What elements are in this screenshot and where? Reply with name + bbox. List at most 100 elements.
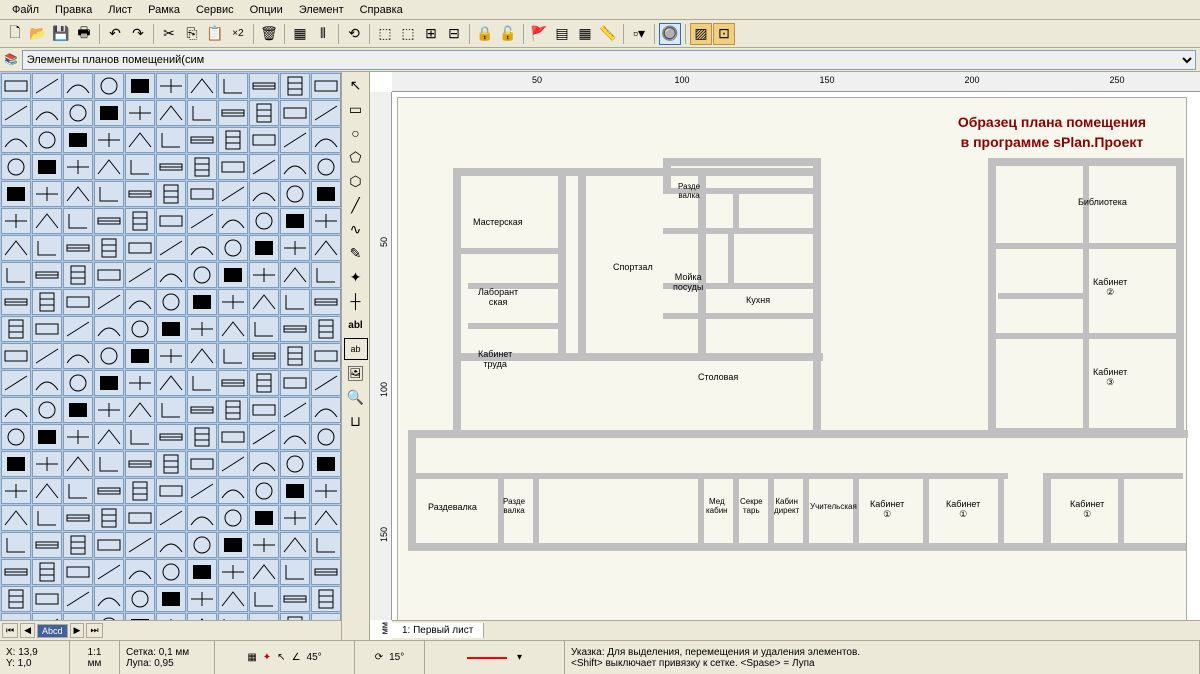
library-symbol[interactable] [63, 154, 93, 180]
library-symbol[interactable] [1, 73, 31, 99]
library-symbol[interactable] [280, 100, 310, 126]
library-symbol[interactable] [249, 208, 279, 234]
library-symbol[interactable] [187, 235, 217, 261]
library-symbol[interactable] [311, 586, 341, 612]
line-style-dropdown[interactable]: ▾ [517, 652, 522, 663]
library-symbol[interactable] [125, 154, 155, 180]
library-symbol[interactable] [32, 154, 62, 180]
library-symbol[interactable] [311, 424, 341, 450]
library-symbol[interactable] [32, 424, 62, 450]
undo-icon[interactable]: ↶ [104, 23, 126, 45]
library-symbol[interactable] [218, 100, 248, 126]
front-icon[interactable]: ⬚ [374, 23, 396, 45]
library-symbol[interactable] [32, 208, 62, 234]
library-symbol[interactable] [125, 235, 155, 261]
library-symbol[interactable] [63, 505, 93, 531]
library-symbol[interactable] [94, 559, 124, 585]
library-symbol[interactable] [156, 316, 186, 342]
print-icon[interactable]: 🖶 [73, 23, 95, 45]
library-symbol[interactable] [187, 154, 217, 180]
library-symbol[interactable] [218, 235, 248, 261]
library-symbol[interactable] [280, 532, 310, 558]
library-symbol[interactable] [280, 154, 310, 180]
library-symbol[interactable] [125, 262, 155, 288]
library-symbol[interactable] [32, 289, 62, 315]
library-symbol[interactable] [32, 262, 62, 288]
library-symbol[interactable] [249, 262, 279, 288]
library-symbol[interactable] [311, 127, 341, 153]
sheet-tab-1[interactable]: 1: Первый лист [392, 623, 484, 638]
library-symbol[interactable] [218, 154, 248, 180]
library-symbol[interactable] [94, 154, 124, 180]
menu-frame[interactable]: Рамка [140, 2, 188, 18]
library-symbol[interactable] [94, 73, 124, 99]
menu-service[interactable]: Сервис [188, 2, 242, 18]
library-symbol[interactable] [63, 73, 93, 99]
library-symbol[interactable] [1, 100, 31, 126]
library-symbol[interactable] [63, 127, 93, 153]
library-symbol[interactable] [1, 532, 31, 558]
library-symbol[interactable] [94, 370, 124, 396]
library-symbol[interactable] [156, 73, 186, 99]
library-symbol[interactable] [94, 208, 124, 234]
library-symbol[interactable] [94, 532, 124, 558]
library-symbol[interactable] [94, 262, 124, 288]
library-symbol[interactable] [94, 505, 124, 531]
library-symbol[interactable] [218, 397, 248, 423]
library-symbol[interactable] [218, 478, 248, 504]
library-symbol[interactable] [280, 370, 310, 396]
save-file-icon[interactable]: 💾 [50, 23, 72, 45]
lib-nav-prev[interactable]: ◀ [20, 623, 35, 638]
library-symbol[interactable] [63, 586, 93, 612]
library-symbol[interactable] [156, 235, 186, 261]
library-symbol[interactable] [249, 316, 279, 342]
library-symbol[interactable] [156, 370, 186, 396]
library-symbol[interactable] [249, 478, 279, 504]
open-file-icon[interactable]: 📂 [27, 23, 49, 45]
library-symbol[interactable] [156, 397, 186, 423]
library-symbol[interactable] [156, 343, 186, 369]
lib-nav-last[interactable]: ⏭ [86, 623, 102, 638]
library-symbol[interactable] [311, 289, 341, 315]
circle-tool-icon[interactable]: ○ [344, 122, 368, 144]
line-color-swatch[interactable] [467, 657, 507, 659]
library-symbol[interactable] [280, 208, 310, 234]
node-tool-icon[interactable]: ✦ [344, 266, 368, 288]
menu-help[interactable]: Справка [352, 2, 411, 18]
library-symbol[interactable] [187, 532, 217, 558]
library-symbol[interactable] [1, 127, 31, 153]
library-symbol[interactable] [280, 235, 310, 261]
library-symbol[interactable] [32, 478, 62, 504]
library-symbol[interactable] [280, 505, 310, 531]
ruler-icon[interactable]: 📏 [597, 23, 619, 45]
library-symbol[interactable] [218, 559, 248, 585]
library-symbol[interactable] [280, 289, 310, 315]
library-symbol[interactable] [311, 370, 341, 396]
library-symbol[interactable] [311, 451, 341, 477]
rotate-step-icon[interactable]: ⟳ [375, 652, 383, 663]
library-symbol[interactable] [125, 127, 155, 153]
cut-icon[interactable]: ✂ [158, 23, 180, 45]
library-symbol[interactable] [125, 100, 155, 126]
library-symbol[interactable] [1, 235, 31, 261]
library-symbol[interactable] [156, 208, 186, 234]
library-symbol[interactable] [94, 316, 124, 342]
library-symbol[interactable] [63, 343, 93, 369]
lock-icon[interactable]: 🔒 [474, 23, 496, 45]
library-symbol[interactable] [187, 424, 217, 450]
library-symbol[interactable] [311, 478, 341, 504]
library-symbol[interactable] [94, 451, 124, 477]
angle-45-icon[interactable]: ∠ [292, 652, 301, 663]
grid-toggle-icon[interactable]: ▦ [247, 652, 256, 663]
library-symbol[interactable] [94, 127, 124, 153]
library-symbol[interactable] [32, 316, 62, 342]
library-symbol[interactable] [32, 559, 62, 585]
rectangle-tool-icon[interactable]: ▭ [344, 98, 368, 120]
library-symbol[interactable] [32, 127, 62, 153]
library-symbol[interactable] [125, 532, 155, 558]
library-symbol[interactable] [249, 343, 279, 369]
library-symbol[interactable] [187, 316, 217, 342]
library-symbol[interactable] [280, 586, 310, 612]
library-symbol[interactable] [311, 154, 341, 180]
library-symbol[interactable] [156, 478, 186, 504]
